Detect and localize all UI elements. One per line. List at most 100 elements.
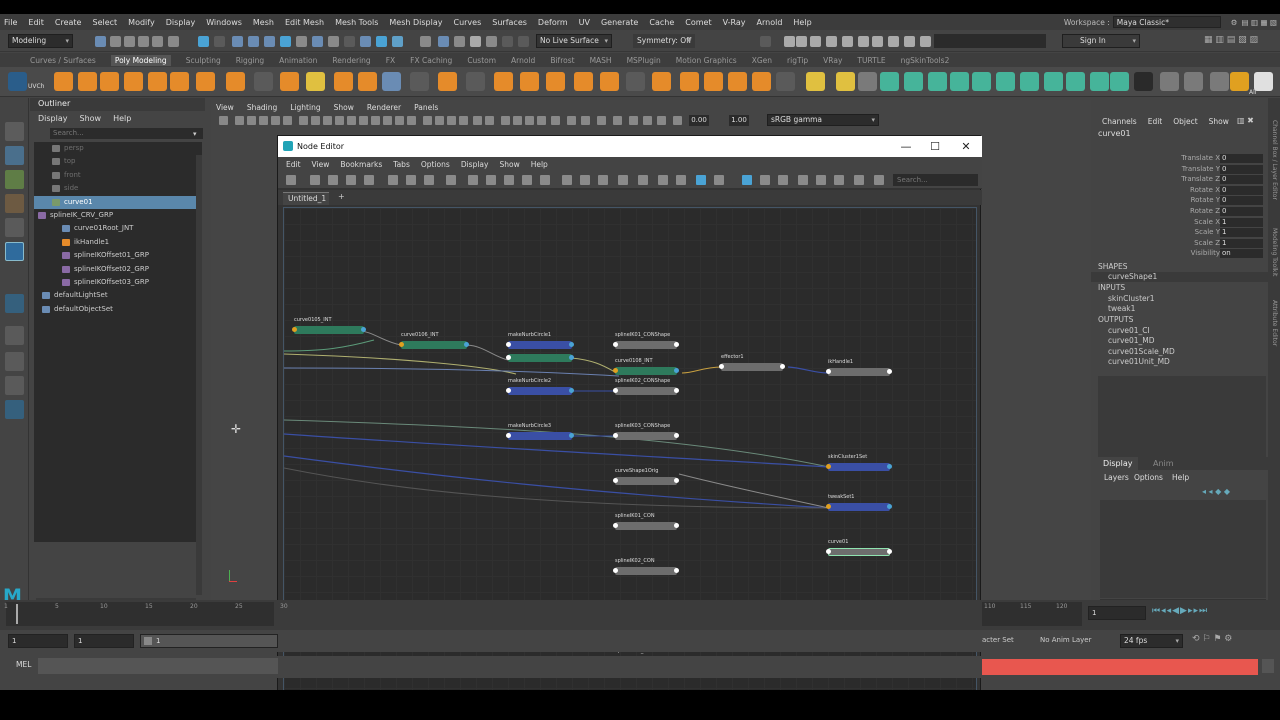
gamma-field[interactable]: 1.00 xyxy=(729,115,749,126)
viewport-tool-icon[interactable] xyxy=(581,116,590,125)
workspace-value[interactable]: Maya Classic* xyxy=(1112,16,1221,28)
scale-tool-icon[interactable] xyxy=(5,242,24,261)
viewport-tool-icon[interactable] xyxy=(395,116,404,125)
shelf-tab-fx-caching[interactable]: FX Caching xyxy=(410,56,452,65)
tab-display[interactable]: Display xyxy=(1098,457,1138,470)
graph-node[interactable] xyxy=(615,477,677,485)
close-button[interactable]: ✕ xyxy=(954,139,978,154)
menu-arnold[interactable]: Arnold xyxy=(757,18,783,27)
script-editor-button[interactable] xyxy=(1262,659,1274,673)
shelf-tool-icon[interactable] xyxy=(996,72,1015,91)
fps-dropdown[interactable]: 24 fps xyxy=(1120,634,1183,648)
shelf-tool-icon[interactable] xyxy=(752,72,771,91)
side-by-side-icon[interactable] xyxy=(5,376,24,395)
tab-anim[interactable]: Anim xyxy=(1153,457,1174,470)
node-editor-tool-icon[interactable] xyxy=(504,175,514,185)
shelf-tool-icon[interactable] xyxy=(334,72,353,91)
input-port[interactable] xyxy=(613,478,618,483)
status-tool-icon[interactable] xyxy=(420,36,431,47)
tab-untitled-1[interactable]: Untitled_1 xyxy=(283,192,329,205)
outliner-item[interactable]: ikHandle1 xyxy=(34,236,196,249)
node-editor-menu-bookmarks[interactable]: Bookmarks xyxy=(340,160,382,169)
menu-edit[interactable]: Edit xyxy=(28,18,44,27)
menu-edit-mesh[interactable]: Edit Mesh xyxy=(285,18,324,27)
shelf-tool-icon[interactable] xyxy=(382,72,401,91)
output-port[interactable] xyxy=(780,364,785,369)
viewport-tool-icon[interactable] xyxy=(371,116,380,125)
channel-menu-show[interactable]: Show xyxy=(1209,117,1229,126)
shelf-tool-icon[interactable] xyxy=(904,72,923,91)
outliner-menu-show[interactable]: Show xyxy=(80,114,102,123)
graph-node[interactable] xyxy=(828,368,890,376)
shelf-tool-icon[interactable] xyxy=(54,72,73,91)
output-item[interactable]: curve01_MD xyxy=(1108,336,1155,345)
four-pane-icon[interactable] xyxy=(5,352,24,371)
menu-comet[interactable]: Comet xyxy=(685,18,711,27)
outliner-item[interactable]: splineIKOffset01_GRP xyxy=(34,249,196,262)
status-tool-icon[interactable] xyxy=(124,36,135,47)
graph-node[interactable] xyxy=(508,341,572,349)
output-item[interactable]: curve01Scale_MD xyxy=(1108,347,1175,356)
side-tab-modeling-toolkit[interactable]: Modeling Toolkit xyxy=(1271,228,1278,276)
menu-cache[interactable]: Cache xyxy=(649,18,674,27)
graph-node[interactable] xyxy=(615,432,677,440)
node-editor-tool-icon[interactable] xyxy=(364,175,374,185)
viewport-tool-icon[interactable] xyxy=(525,116,534,125)
viewport-tool-icon[interactable] xyxy=(435,116,444,125)
status-tool-icon[interactable] xyxy=(842,36,853,47)
attribute-value[interactable]: 1 xyxy=(1220,217,1263,227)
outliner-item[interactable]: persp xyxy=(34,142,196,155)
shelf-tab-curves-surfaces[interactable]: Curves / Surfaces xyxy=(30,56,96,65)
node-editor-tool-icon[interactable] xyxy=(424,175,434,185)
node-editor-tool-icon[interactable] xyxy=(446,175,456,185)
outliner-item[interactable]: splineIKOffset03_GRP xyxy=(34,276,196,289)
status-tool-icon[interactable] xyxy=(470,36,481,47)
outliner-item[interactable]: splineIK_CRV_GRP xyxy=(34,209,196,222)
viewport-menu-show[interactable]: Show xyxy=(334,103,354,112)
shelf-tool-icon[interactable] xyxy=(574,72,593,91)
character-set-field[interactable]: acter Set xyxy=(982,636,1014,644)
output-port[interactable] xyxy=(887,464,892,469)
status-tool-icon[interactable] xyxy=(872,36,883,47)
input-port[interactable] xyxy=(613,433,618,438)
shelf-tool-icon[interactable] xyxy=(652,72,671,91)
status-tool-icon[interactable] xyxy=(826,36,837,47)
menu-windows[interactable]: Windows xyxy=(206,18,242,27)
shelf-tab-arnold[interactable]: Arnold xyxy=(511,56,535,65)
node-editor-tool-icon[interactable] xyxy=(562,175,572,185)
shelf-tool-icon[interactable] xyxy=(1044,72,1063,91)
attribute-value[interactable]: on xyxy=(1220,249,1263,259)
output-port[interactable] xyxy=(674,478,679,483)
shelf-tab-mash[interactable]: MASH xyxy=(590,56,612,65)
viewport-tool-icon[interactable] xyxy=(459,116,468,125)
shelf-tab-xgen[interactable]: XGen xyxy=(752,56,772,65)
shelf-tool-icon[interactable] xyxy=(358,72,377,91)
viewport-tool-icon[interactable] xyxy=(629,116,638,125)
channel-attribute-row[interactable]: Rotate Z0 xyxy=(1091,207,1268,217)
show-manipulator-icon[interactable] xyxy=(5,294,24,313)
output-port[interactable] xyxy=(569,342,574,347)
range-right-icons[interactable]: ⟲ ⚐ ⚑ ⚙ xyxy=(1192,634,1272,648)
menu-generate[interactable]: Generate xyxy=(601,18,638,27)
node-editor-tool-icon[interactable] xyxy=(778,175,788,185)
viewport-menu-view[interactable]: View xyxy=(216,103,234,112)
node-editor-tool-icon[interactable] xyxy=(286,175,296,185)
mel-label[interactable]: MEL xyxy=(16,660,31,669)
viewport-menu-lighting[interactable]: Lighting xyxy=(290,103,320,112)
shelf-tool-icon[interactable] xyxy=(880,72,899,91)
menu-mesh[interactable]: Mesh xyxy=(253,18,274,27)
graph-node[interactable] xyxy=(294,326,364,334)
input-port[interactable] xyxy=(506,433,511,438)
viewport-tool-icon[interactable] xyxy=(597,116,606,125)
range-bar[interactable]: 1 xyxy=(140,634,278,648)
maximize-button[interactable]: ☐ xyxy=(923,139,947,154)
outliner-item[interactable]: side xyxy=(34,182,196,195)
shelf-tool-icon[interactable] xyxy=(680,72,699,91)
node-editor-tool-icon[interactable] xyxy=(816,175,826,185)
viewport-tool-icon[interactable] xyxy=(567,116,576,125)
attribute-value[interactable]: 0 xyxy=(1220,175,1263,185)
shelf-tool-icon[interactable] xyxy=(950,72,969,91)
status-tool-icon[interactable] xyxy=(502,36,513,47)
viewport-tool-icon[interactable] xyxy=(299,116,308,125)
viewport-menu-panels[interactable]: Panels xyxy=(414,103,438,112)
